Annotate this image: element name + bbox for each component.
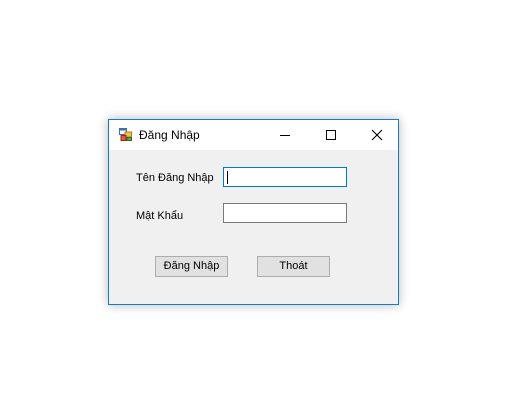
username-input[interactable] (223, 167, 347, 187)
close-icon (354, 120, 400, 150)
maximize-button[interactable] (308, 120, 354, 150)
login-window: Đăng Nhập Tên Đăng Nhập Mật Khẩu Đăng Nh… (108, 119, 399, 305)
password-input[interactable] (223, 203, 347, 223)
maximize-icon (308, 120, 354, 150)
username-label: Tên Đăng Nhập (136, 172, 214, 184)
window-title: Đăng Nhập (139, 128, 200, 142)
minimize-icon (262, 120, 308, 150)
title-bar[interactable]: Đăng Nhập (109, 120, 398, 150)
close-button[interactable] (354, 120, 400, 150)
exit-button[interactable]: Thoát (257, 256, 330, 277)
app-form-icon (119, 128, 132, 141)
minimize-button[interactable] (262, 120, 308, 150)
text-caret (227, 171, 228, 184)
password-label: Mật Khẩu (136, 210, 184, 222)
login-button[interactable]: Đăng Nhập (155, 256, 228, 277)
